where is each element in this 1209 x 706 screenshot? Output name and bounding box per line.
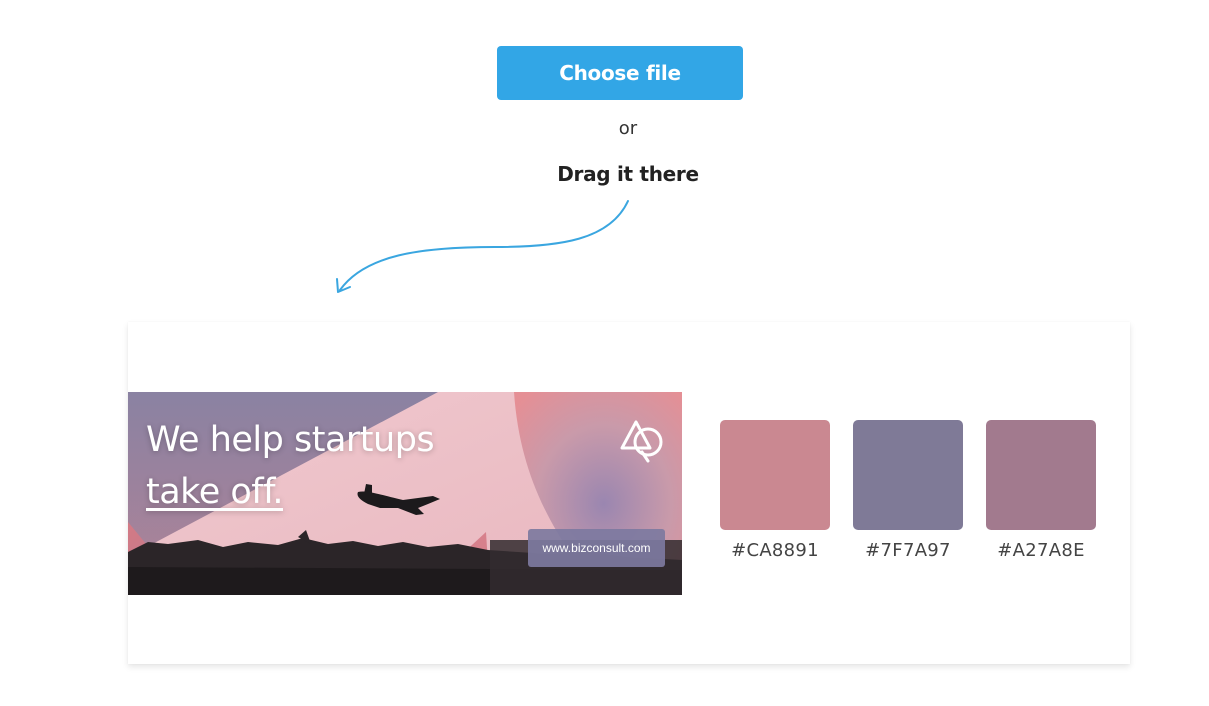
drag-hint: Drag it there (557, 162, 699, 186)
color-swatch[interactable]: #A27A8E (986, 420, 1096, 561)
swatch-hex-label: #A27A8E (997, 540, 1085, 561)
banner-heading: We help startups take off. (146, 414, 435, 518)
banner-heading-line1: We help startups (146, 420, 435, 460)
swatch-color-box[interactable] (986, 420, 1096, 530)
curved-arrow-icon (336, 200, 629, 293)
banner-heading-line2: take off. (146, 472, 284, 512)
swatch-color-box[interactable] (720, 420, 830, 530)
choose-file-button[interactable]: Choose file (497, 46, 743, 100)
uploaded-image-preview: We help startups take off. www.bizconsul… (128, 392, 682, 595)
color-swatch[interactable]: #CA8891 (720, 420, 830, 561)
result-card: We help startups take off. www.bizconsul… (128, 322, 1130, 664)
swatch-hex-label: #CA8891 (731, 540, 819, 561)
swatch-hex-label: #7F7A97 (865, 540, 951, 561)
triangle-circle-logo-icon (620, 420, 663, 463)
url-badge: www.bizconsult.com (528, 529, 665, 567)
or-separator: or (618, 118, 638, 139)
swatch-color-box[interactable] (853, 420, 963, 530)
color-swatch[interactable]: #7F7A97 (853, 420, 963, 561)
color-extractor-page: Choose file or Drag it there We help sta… (0, 0, 1209, 706)
